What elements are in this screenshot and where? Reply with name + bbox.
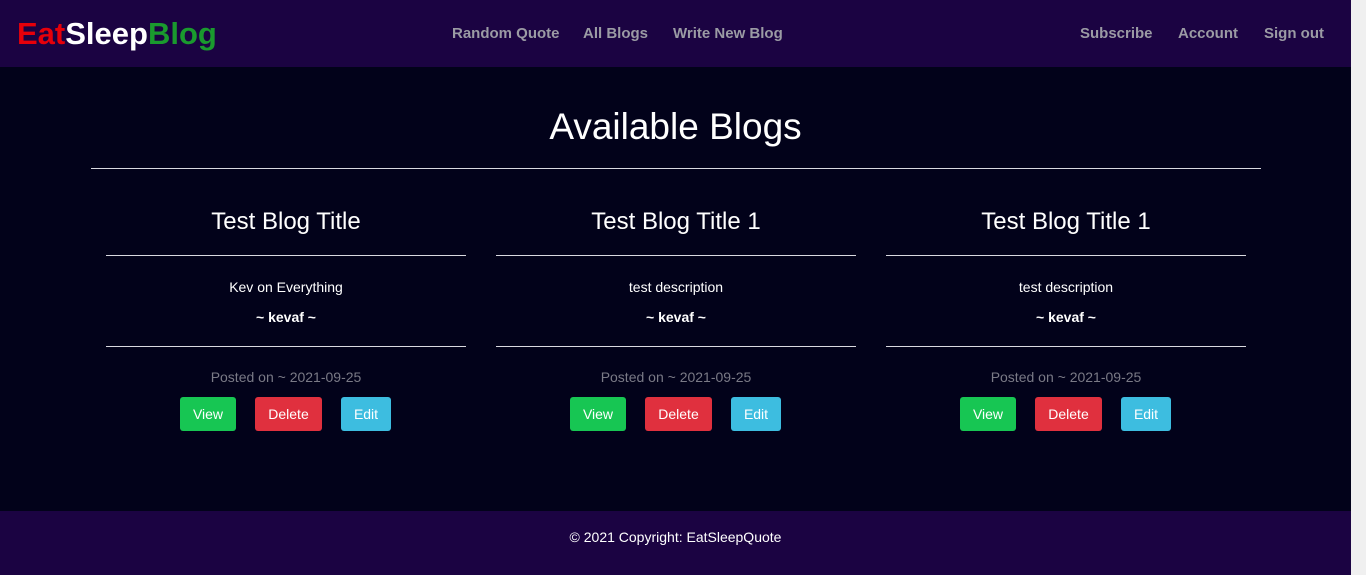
page-title: Available Blogs bbox=[549, 106, 802, 147]
blog-card-title: Test Blog Title bbox=[211, 208, 361, 235]
view-button[interactable]: View bbox=[180, 397, 236, 431]
card-divider bbox=[496, 346, 856, 347]
delete-button[interactable]: Delete bbox=[1035, 397, 1102, 431]
scrollbar[interactable] bbox=[1351, 0, 1366, 575]
blog-card: Test Blog Title Kev on Everything ~ keva… bbox=[106, 195, 466, 445]
nav-write-new-blog[interactable]: Write New Blog bbox=[673, 25, 783, 43]
title-divider bbox=[91, 168, 1261, 169]
card-divider bbox=[106, 346, 466, 347]
card-divider bbox=[106, 255, 466, 256]
blog-card-description: test description bbox=[1018, 279, 1114, 295]
nav-all-blogs[interactable]: All Blogs bbox=[583, 25, 648, 43]
edit-button[interactable]: Edit bbox=[731, 397, 781, 431]
nav-account[interactable]: Account bbox=[1178, 25, 1238, 43]
blog-card-title: Test Blog Title 1 bbox=[591, 208, 761, 235]
view-button[interactable]: View bbox=[570, 397, 626, 431]
nav-random-quote[interactable]: Random Quote bbox=[452, 25, 560, 43]
nav-sign-out[interactable]: Sign out bbox=[1264, 25, 1324, 43]
blog-card: Test Blog Title 1 test description ~ kev… bbox=[496, 195, 856, 445]
delete-button[interactable]: Delete bbox=[255, 397, 322, 431]
delete-button[interactable]: Delete bbox=[645, 397, 712, 431]
blog-card-date: Posted on ~ 2021-09-25 bbox=[600, 369, 752, 385]
blog-card-author: ~ kevaf ~ bbox=[1036, 309, 1096, 325]
blog-card: Test Blog Title 1 test description ~ kev… bbox=[886, 195, 1246, 445]
blog-card-author: ~ kevaf ~ bbox=[646, 309, 706, 325]
brand-part-eat: Eat bbox=[17, 16, 66, 51]
brand-part-sleep: Sleep bbox=[65, 16, 148, 51]
brand-logo[interactable]: EatSleepBlog bbox=[17, 15, 217, 53]
brand-part-blog: Blog bbox=[147, 16, 217, 51]
footer: © 2021 Copyright: EatSleepQuote bbox=[0, 511, 1351, 575]
blog-card-date: Posted on ~ 2021-09-25 bbox=[210, 369, 362, 385]
navbar: EatSleepBlog Random Quote All Blogs Writ… bbox=[0, 0, 1351, 67]
card-divider bbox=[886, 255, 1246, 256]
blog-card-date: Posted on ~ 2021-09-25 bbox=[990, 369, 1142, 385]
edit-button[interactable]: Edit bbox=[341, 397, 391, 431]
footer-copyright: © 2021 Copyright: EatSleepQuote bbox=[569, 529, 782, 545]
blog-card-description: Kev on Everything bbox=[229, 279, 343, 295]
view-button[interactable]: View bbox=[960, 397, 1016, 431]
card-divider bbox=[886, 346, 1246, 347]
card-divider bbox=[496, 255, 856, 256]
blog-card-author: ~ kevaf ~ bbox=[256, 309, 316, 325]
blog-card-description: test description bbox=[628, 279, 724, 295]
blog-card-title: Test Blog Title 1 bbox=[981, 208, 1151, 235]
nav-subscribe[interactable]: Subscribe bbox=[1080, 25, 1153, 43]
page: EatSleepBlog Random Quote All Blogs Writ… bbox=[0, 0, 1351, 575]
edit-button[interactable]: Edit bbox=[1121, 397, 1171, 431]
